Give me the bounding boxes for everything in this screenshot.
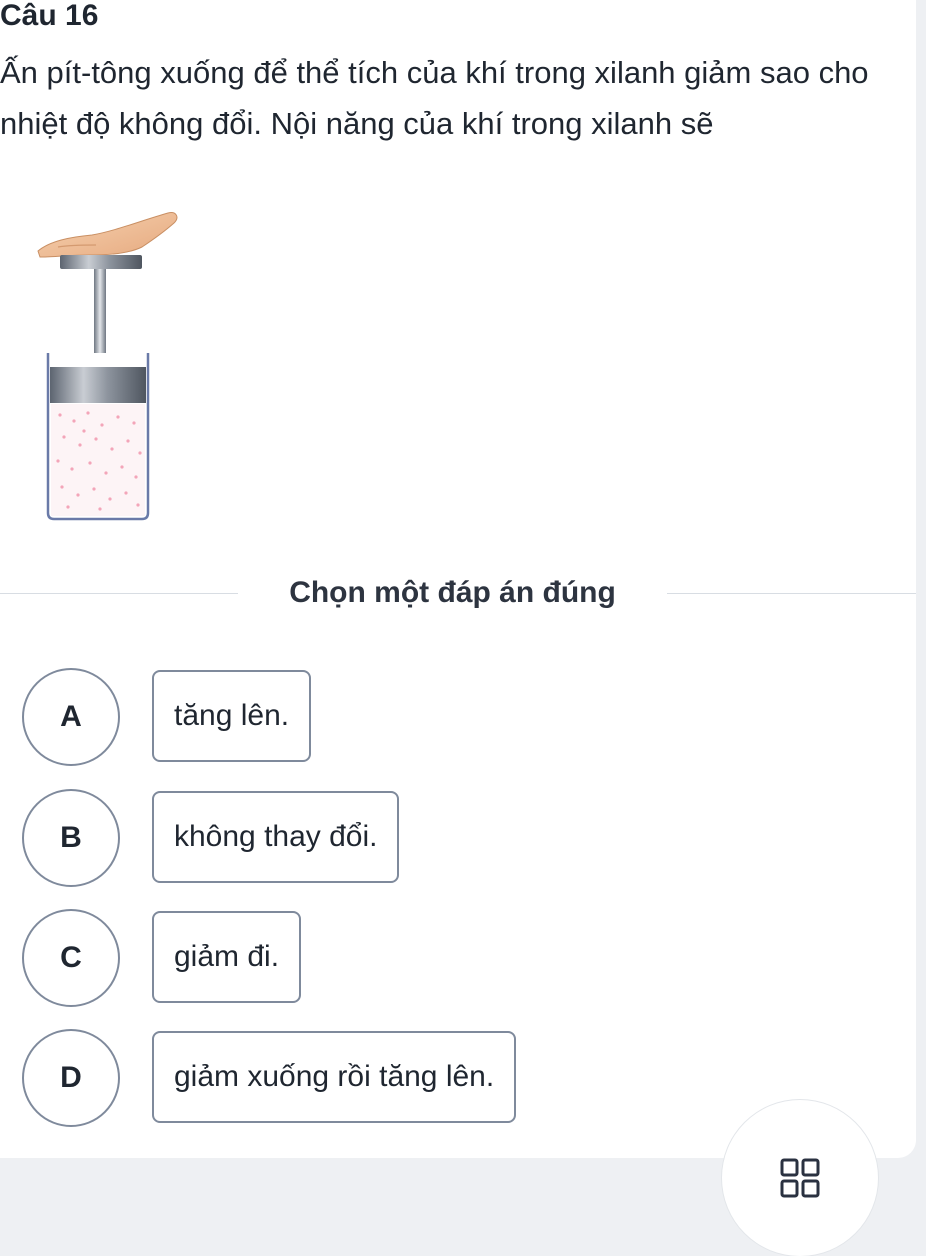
- option-letter[interactable]: D: [22, 1029, 120, 1127]
- option-text[interactable]: giảm đi.: [152, 911, 302, 1003]
- piston-cylinder-icon: [37, 212, 178, 521]
- divider-line-left: [0, 593, 238, 594]
- answer-instruction: Chọn một đáp án đúng: [289, 576, 616, 609]
- option-letter[interactable]: B: [22, 789, 120, 887]
- question-grid-button[interactable]: [722, 1100, 878, 1256]
- answer-option-a[interactable]: A tăng lên.: [22, 668, 332, 766]
- option-letter[interactable]: A: [22, 668, 120, 766]
- answer-option-c[interactable]: C giảm đi.: [22, 909, 322, 1007]
- answer-section-divider: Chọn một đáp án đúng: [0, 570, 916, 616]
- answer-option-b[interactable]: B không thay đổi.: [22, 789, 442, 887]
- divider-line-right: [667, 593, 916, 594]
- option-text[interactable]: giảm xuống rồi tăng lên.: [152, 1031, 517, 1123]
- question-text: Ấn pít-tông xuống để thể tích của khí tr…: [0, 55, 869, 141]
- question-card: Câu 16 Ấn pít-tông xuống để thể tích của…: [0, 0, 916, 1158]
- question-title: Câu 16: [0, 0, 99, 32]
- piston-cylinder-figure: [30, 205, 180, 525]
- grid-four-squares-icon: [780, 1158, 820, 1198]
- option-text[interactable]: tăng lên.: [152, 670, 312, 762]
- option-text[interactable]: không thay đổi.: [152, 791, 400, 883]
- option-letter[interactable]: C: [22, 909, 120, 1007]
- answer-option-d[interactable]: D giảm xuống rồi tăng lên.: [22, 1029, 572, 1127]
